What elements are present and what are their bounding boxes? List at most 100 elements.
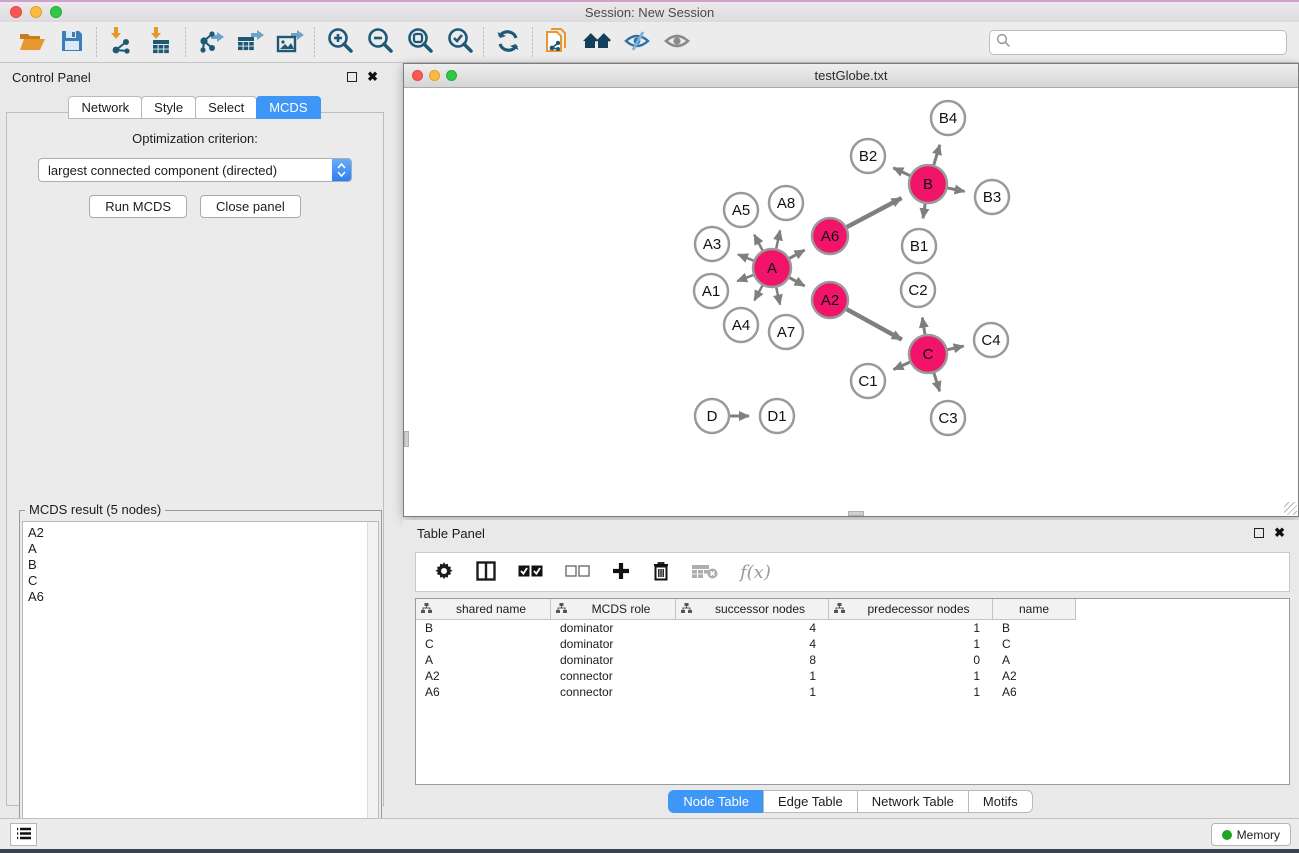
create-column-button[interactable] bbox=[612, 562, 630, 583]
import-table-button[interactable] bbox=[141, 25, 181, 59]
column-header-MCDS-role[interactable]: MCDS role bbox=[551, 599, 676, 620]
unchecked-boxes-icon bbox=[565, 565, 590, 580]
zoom-selected-button[interactable] bbox=[439, 25, 479, 59]
mcds-result-item[interactable]: C bbox=[28, 573, 373, 589]
search-icon bbox=[996, 33, 1011, 51]
cell-successor-nodes: 1 bbox=[676, 669, 829, 683]
graph-edge-A-A8[interactable] bbox=[776, 230, 780, 249]
zoom-fit-button[interactable] bbox=[399, 25, 439, 59]
cell-MCDS-role: connector bbox=[551, 669, 676, 683]
float-table-panel-icon[interactable] bbox=[1254, 528, 1264, 538]
table-row[interactable]: Adominator80A bbox=[416, 652, 1289, 668]
table-row[interactable]: A6connector11A6 bbox=[416, 684, 1289, 700]
run-mcds-button[interactable]: Run MCDS bbox=[89, 195, 187, 218]
graph-edge-A-A7[interactable] bbox=[776, 287, 780, 305]
network-canvas[interactable]: B4B2BB3A5A8A6B1A3AA1C2A2A4A7C4CC1C3DD1 bbox=[404, 88, 1298, 516]
deselect-all-button[interactable] bbox=[565, 565, 590, 580]
network-graph[interactable]: B4B2BB3A5A8A6B1A3AA1C2A2A4A7C4CC1C3DD1 bbox=[404, 88, 1298, 516]
mcds-result-item[interactable]: A2 bbox=[28, 525, 373, 541]
show-panels-button[interactable] bbox=[10, 823, 37, 846]
search-field[interactable] bbox=[989, 30, 1287, 55]
graph-node-label-C4: C4 bbox=[981, 332, 1000, 349]
resize-grip[interactable] bbox=[1284, 502, 1297, 515]
optimization-criterion-dropdown[interactable]: largest connected component (directed) bbox=[38, 158, 352, 182]
graph-edge-A-A2[interactable] bbox=[789, 277, 805, 286]
graph-edge-A2-C[interactable] bbox=[846, 309, 902, 340]
tab-style[interactable]: Style bbox=[141, 96, 196, 119]
zoom-in-button[interactable] bbox=[319, 25, 359, 59]
close-table-panel-icon[interactable]: ✖ bbox=[1274, 528, 1285, 538]
new-network-from-selection-button[interactable] bbox=[537, 25, 577, 59]
close-panel-icon[interactable]: ✖ bbox=[367, 72, 378, 82]
tab-motifs[interactable]: Motifs bbox=[968, 790, 1033, 813]
cell-name: A2 bbox=[993, 669, 1076, 683]
float-panel-icon[interactable] bbox=[347, 72, 357, 82]
tab-select[interactable]: Select bbox=[195, 96, 257, 119]
graph-node-label-B2: B2 bbox=[859, 148, 877, 165]
zoom-out-icon bbox=[366, 27, 393, 57]
delete-columns-button[interactable] bbox=[652, 561, 670, 584]
export-image-button[interactable] bbox=[270, 25, 310, 59]
graph-edge-A-A5[interactable] bbox=[754, 235, 763, 252]
columns-icon bbox=[476, 561, 496, 584]
export-network-button[interactable] bbox=[190, 25, 230, 59]
mcds-result-item[interactable]: A6 bbox=[28, 589, 373, 605]
tab-edge-table[interactable]: Edge Table bbox=[763, 790, 858, 813]
table-settings-button[interactable] bbox=[434, 561, 454, 584]
graph-edge-C-C2[interactable] bbox=[922, 318, 925, 336]
network-title: testGlobe.txt bbox=[404, 68, 1298, 83]
hierarchy-icon bbox=[834, 602, 845, 616]
graph-edge-A-A3[interactable] bbox=[738, 254, 754, 261]
open-session-icon bbox=[18, 29, 46, 56]
column-header-name[interactable]: name bbox=[993, 599, 1076, 620]
table-row[interactable]: Bdominator41B bbox=[416, 620, 1289, 636]
result-scrollbar[interactable] bbox=[367, 522, 378, 846]
cell-predecessor-nodes: 0 bbox=[829, 653, 993, 667]
tab-node-table[interactable]: Node Table bbox=[668, 790, 764, 813]
graph-edge-C-C4[interactable] bbox=[947, 346, 964, 350]
toggle-panes-button[interactable] bbox=[476, 561, 496, 584]
graph-edge-A6-B[interactable] bbox=[846, 198, 902, 228]
tab-network[interactable]: Network bbox=[68, 96, 142, 119]
table-row[interactable]: Cdominator41C bbox=[416, 636, 1289, 652]
table-header-row: shared nameMCDS rolesuccessor nodesprede… bbox=[416, 599, 1289, 620]
zoom-out-button[interactable] bbox=[359, 25, 399, 59]
refresh-button[interactable] bbox=[488, 25, 528, 59]
graph-node-label-A5: A5 bbox=[732, 202, 750, 219]
column-header-predecessor-nodes[interactable]: predecessor nodes bbox=[829, 599, 993, 620]
search-input[interactable] bbox=[1015, 35, 1280, 50]
mcds-result-item[interactable]: A bbox=[28, 541, 373, 557]
import-network-button[interactable] bbox=[101, 25, 141, 59]
graph-edge-B-B2[interactable] bbox=[893, 168, 910, 176]
mcds-result-list[interactable]: A2ABCA6 bbox=[22, 521, 379, 847]
graph-edge-A-A6[interactable] bbox=[789, 250, 805, 259]
close-panel-button[interactable]: Close panel bbox=[200, 195, 301, 218]
save-session-button[interactable] bbox=[52, 25, 92, 59]
column-header-successor-nodes[interactable]: successor nodes bbox=[676, 599, 829, 620]
table-panel-title: Table Panel bbox=[417, 526, 485, 541]
left-grip-handle[interactable] bbox=[404, 431, 409, 447]
table-row[interactable]: A2connector11A2 bbox=[416, 668, 1289, 684]
hide-eye-icon bbox=[623, 29, 651, 56]
open-session-button[interactable] bbox=[12, 25, 52, 59]
graph-edge-B-B4[interactable] bbox=[934, 145, 940, 166]
export-table-button[interactable] bbox=[230, 25, 270, 59]
graph-edge-C-C3[interactable] bbox=[934, 372, 940, 391]
select-all-button[interactable] bbox=[518, 565, 543, 580]
tab-mcds[interactable]: MCDS bbox=[256, 96, 320, 119]
memory-button[interactable]: Memory bbox=[1211, 823, 1291, 846]
hide-selected-button[interactable] bbox=[617, 25, 657, 59]
tab-network-table[interactable]: Network Table bbox=[857, 790, 969, 813]
refresh-icon bbox=[495, 28, 521, 57]
graph-edge-C-C1[interactable] bbox=[894, 362, 911, 370]
show-selected-button[interactable] bbox=[657, 25, 697, 59]
home-view-button[interactable] bbox=[577, 25, 617, 59]
graph-edge-B-B1[interactable] bbox=[923, 203, 925, 218]
graph-edge-B-B3[interactable] bbox=[947, 188, 965, 192]
column-header-shared-name[interactable]: shared name bbox=[416, 599, 551, 620]
gear-icon bbox=[434, 561, 454, 584]
mcds-result-item[interactable]: B bbox=[28, 557, 373, 573]
graph-edge-A-A4[interactable] bbox=[754, 285, 763, 301]
bottom-grip-handle[interactable] bbox=[848, 511, 864, 516]
graph-edge-A-A1[interactable] bbox=[737, 275, 754, 281]
